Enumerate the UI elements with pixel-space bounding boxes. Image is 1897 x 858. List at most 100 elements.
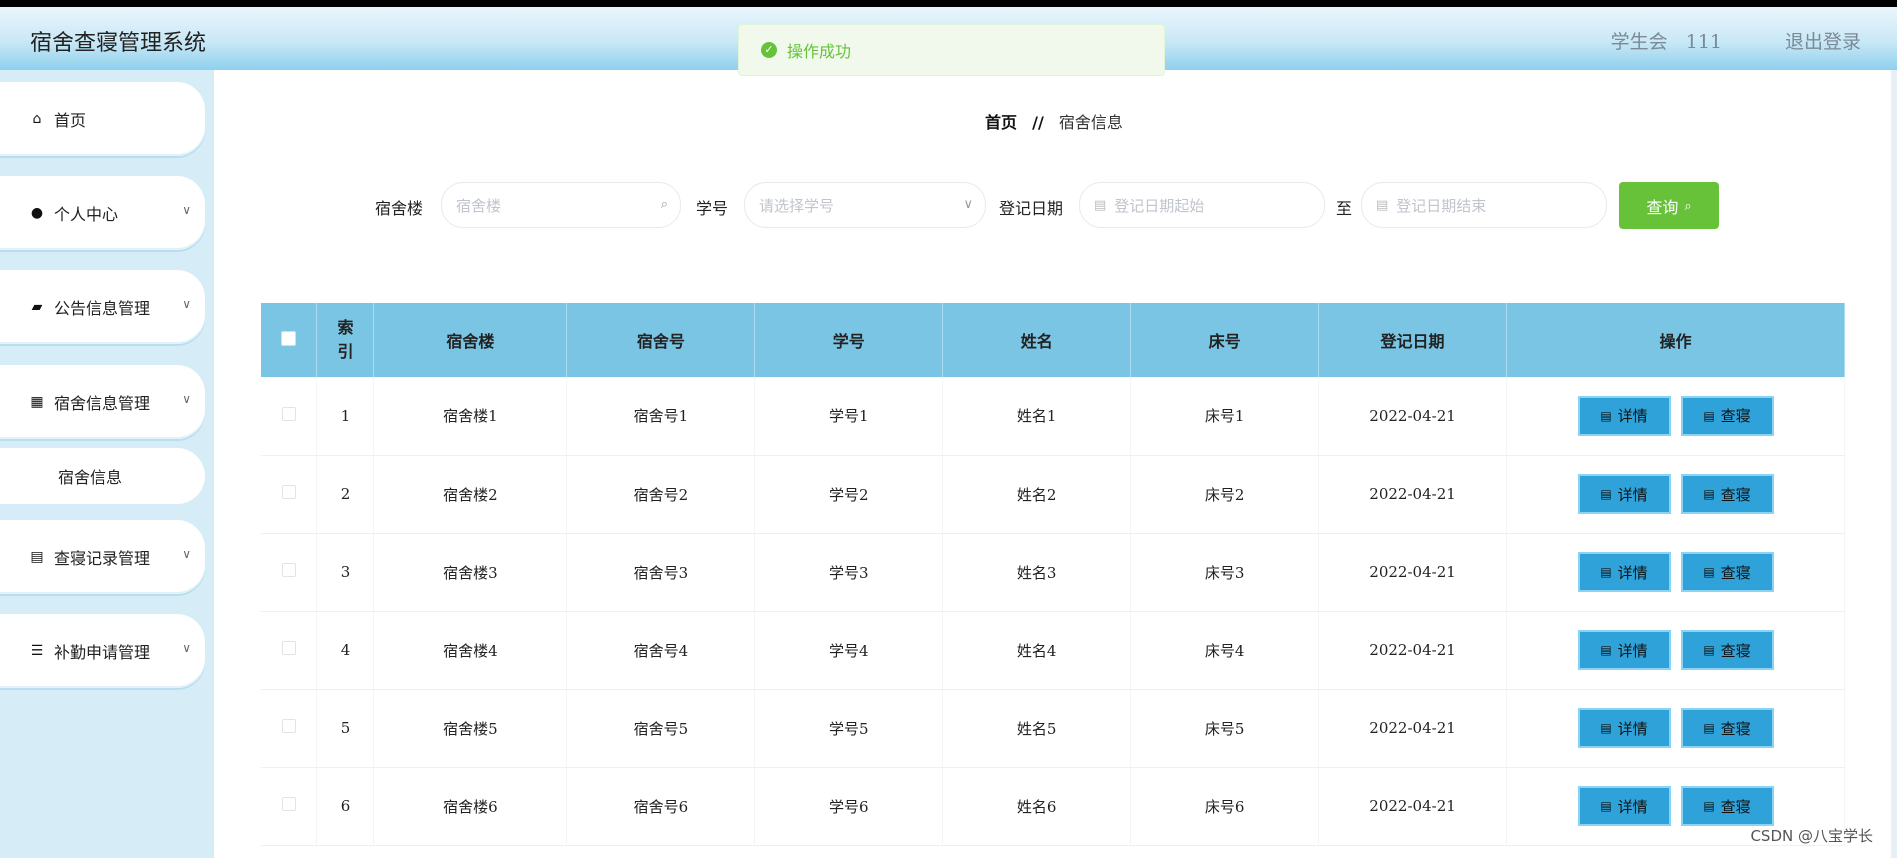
calendar-icon: ▤ xyxy=(1376,197,1389,213)
user-info: 学生会 111 xyxy=(1611,27,1722,54)
cell-name: 姓名6 xyxy=(942,767,1132,846)
row-checkbox[interactable] xyxy=(281,485,296,499)
user-role: 学生会 xyxy=(1610,31,1668,53)
cell-index: 2 xyxy=(316,455,375,534)
cell-index: 6 xyxy=(316,767,375,846)
detail-button[interactable]: ▤ 详情 xyxy=(1577,630,1671,670)
logout-link[interactable]: 退出登录 xyxy=(1785,27,1861,54)
building-input[interactable]: 宿舍楼 ⌕ xyxy=(441,182,681,228)
column-header-room: 宿舍号 xyxy=(566,303,756,377)
cell-building: 宿舍楼3 xyxy=(373,533,568,612)
cell-index: 3 xyxy=(316,533,375,612)
search-icon: ⌕ xyxy=(660,197,668,212)
document-icon: ▤ xyxy=(1703,408,1715,423)
table-row: 4 宿舍楼4 宿舍号4 学号4 姓名4 床号4 2022-04-21 ▤ 详情 ▤ 查… xyxy=(261,611,1845,690)
date-end-input[interactable]: ▤ 登记日期结束 xyxy=(1361,182,1607,228)
check-dorm-button[interactable]: ▤ 查寝 xyxy=(1680,630,1774,670)
sidebar-item-home[interactable]: ⌂ 首页 xyxy=(0,82,205,156)
student-no-select[interactable]: 请选择学号 ∨ xyxy=(744,182,986,228)
document-icon: ▤ xyxy=(1600,721,1612,735)
sidebar-item-notice-management[interactable]: ▰ 公告信息管理 ∨ xyxy=(0,270,205,344)
cell-name: 姓名2 xyxy=(942,455,1132,534)
cell-name: 姓名4 xyxy=(942,611,1132,690)
toast-text: 操作成功 xyxy=(787,42,852,61)
column-header-date: 登记日期 xyxy=(1318,303,1508,377)
check-dorm-button[interactable]: ▤ 查寝 xyxy=(1680,395,1774,436)
dorm-info-table: 索引 宿舍楼 宿舍号 学号 姓名 床号 登记日期 操作 1 宿舍楼1 宿舍号1 … xyxy=(261,303,1845,846)
breadcrumb-separator: // xyxy=(1032,113,1044,132)
table-row: 6 宿舍楼6 宿舍号6 学号6 姓名6 床号6 2022-04-21 ▤ 详情 ▤ 查… xyxy=(261,767,1845,846)
cell-actions: ▤ 详情 ▤ 查寝 xyxy=(1506,377,1845,456)
cell-student-no: 学号3 xyxy=(754,533,944,612)
check-dorm-button[interactable]: ▤ 查寝 xyxy=(1680,786,1774,826)
cell-building: 宿舍楼1 xyxy=(373,377,568,456)
query-button[interactable]: 查询 ⌕ xyxy=(1619,182,1719,229)
row-checkbox[interactable] xyxy=(281,797,296,811)
detail-button[interactable]: ▤ 详情 xyxy=(1577,395,1671,436)
check-dorm-button[interactable]: ▤ 查寝 xyxy=(1680,474,1774,514)
detail-button[interactable]: ▤ 详情 xyxy=(1577,708,1671,748)
sidebar-item-label: 宿舍信息 xyxy=(58,468,123,487)
row-checkbox-cell xyxy=(261,689,318,768)
cell-actions: ▤ 详情 ▤ 查寝 xyxy=(1506,611,1845,690)
sidebar-subitem-dorm-info[interactable]: 宿舍信息 xyxy=(0,448,205,504)
sidebar: ⌂ 首页 ● 个人中心 ∨ ▰ 公告信息管理 ∨ ▦ 宿舍信息管理 ∨ 宿舍信息… xyxy=(0,70,214,858)
sidebar-item-attendance-application[interactable]: ☰ 补勤申请管理 ∨ xyxy=(0,614,205,688)
document-icon: ▤ xyxy=(1703,487,1715,501)
select-all-checkbox[interactable] xyxy=(281,330,297,346)
row-checkbox[interactable] xyxy=(281,641,296,655)
chevron-down-icon: ∨ xyxy=(182,203,191,217)
query-button-label: 查询 xyxy=(1646,199,1679,217)
building-label: 宿舍楼 xyxy=(375,199,424,218)
breadcrumb-home[interactable]: 首页 xyxy=(985,113,1017,132)
chevron-down-icon: ∨ xyxy=(182,392,191,406)
cell-student-no: 学号6 xyxy=(754,767,944,846)
sidebar-item-label: 个人中心 xyxy=(54,205,119,224)
sidebar-item-personal-center[interactable]: ● 个人中心 ∨ xyxy=(0,176,205,250)
cell-room: 宿舍号3 xyxy=(566,533,756,612)
cell-date: 2022-04-21 xyxy=(1318,533,1508,612)
cell-name: 姓名3 xyxy=(942,533,1132,612)
document-icon: ▤ xyxy=(1600,799,1612,813)
detail-button[interactable]: ▤ 详情 xyxy=(1577,786,1671,826)
sidebar-item-label: 查寝记录管理 xyxy=(54,549,151,568)
date-end-placeholder: 登记日期结束 xyxy=(1396,196,1487,215)
table-row: 2 宿舍楼2 宿舍号2 学号2 姓名2 床号2 2022-04-21 ▤ 详情 ▤ 查… xyxy=(261,455,1845,534)
home-icon: ⌂ xyxy=(32,111,42,127)
student-no-label: 学号 xyxy=(696,199,729,218)
row-checkbox[interactable] xyxy=(281,406,296,421)
row-checkbox[interactable] xyxy=(281,719,296,733)
cell-bed: 床号3 xyxy=(1130,533,1320,612)
sidebar-item-dorm-management[interactable]: ▦ 宿舍信息管理 ∨ xyxy=(0,365,205,439)
cell-actions: ▤ 详情 ▤ 查寝 xyxy=(1506,533,1845,612)
row-checkbox-cell xyxy=(261,455,318,534)
cell-building: 宿舍楼6 xyxy=(373,767,568,846)
row-checkbox-cell xyxy=(261,533,318,612)
row-checkbox-cell xyxy=(261,767,318,846)
check-dorm-button[interactable]: ▤ 查寝 xyxy=(1680,552,1774,592)
scrollbar[interactable] xyxy=(1891,70,1897,858)
date-label: 登记日期 xyxy=(999,199,1064,218)
chevron-down-icon: ∨ xyxy=(182,297,191,311)
sidebar-item-check-record-management[interactable]: ▤ 查寝记录管理 ∨ xyxy=(0,520,205,594)
document-icon: ▤ xyxy=(1703,799,1715,813)
column-header-index: 索引 xyxy=(316,303,375,377)
row-checkbox[interactable] xyxy=(281,563,296,577)
table-header-row: 索引 宿舍楼 宿舍号 学号 姓名 床号 登记日期 操作 xyxy=(261,303,1845,377)
document-icon: ▤ xyxy=(1703,721,1715,735)
cell-student-no: 学号1 xyxy=(754,377,944,456)
document-icon: ▤ xyxy=(1600,487,1612,501)
date-to-label: 至 xyxy=(1336,199,1353,218)
column-header-name: 姓名 xyxy=(942,303,1132,377)
cell-actions: ▤ 详情 ▤ 查寝 xyxy=(1506,689,1845,768)
cell-room: 宿舍号4 xyxy=(566,611,756,690)
date-start-input[interactable]: ▤ 登记日期起始 xyxy=(1079,182,1325,228)
search-icon: ⌕ xyxy=(1684,197,1692,213)
user-name: 111 xyxy=(1685,31,1722,53)
detail-button[interactable]: ▤ 详情 xyxy=(1577,474,1671,514)
detail-button[interactable]: ▤ 详情 xyxy=(1577,552,1671,592)
document-icon: ▤ xyxy=(1703,643,1715,657)
check-dorm-button[interactable]: ▤ 查寝 xyxy=(1680,708,1774,748)
cell-student-no: 学号4 xyxy=(754,611,944,690)
breadcrumb: 首页 // 宿舍信息 xyxy=(985,109,1123,133)
